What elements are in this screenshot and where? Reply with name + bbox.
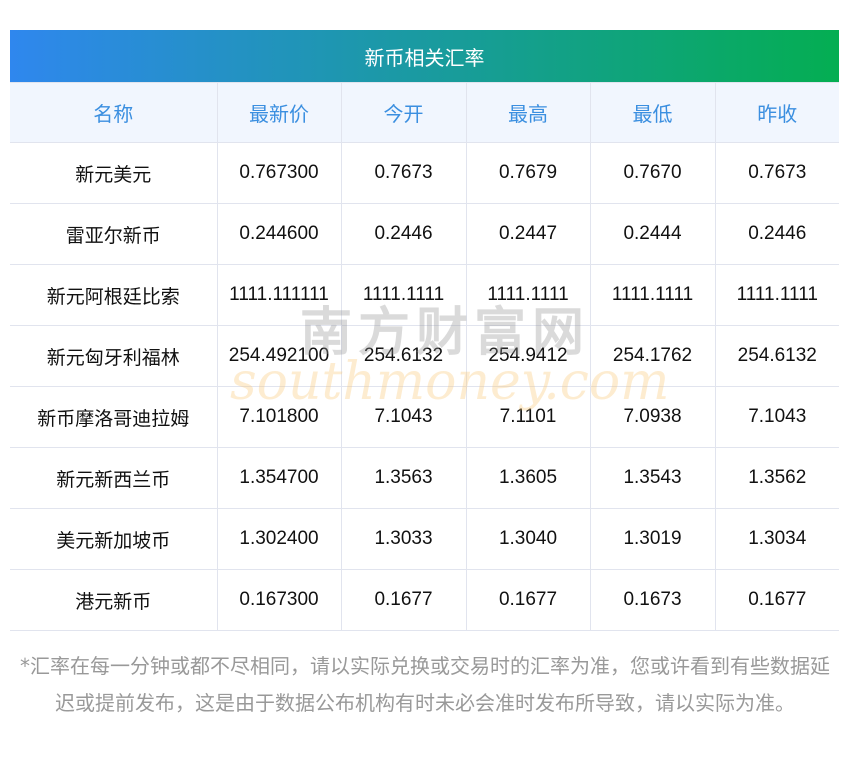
column-header: 昨收	[714, 82, 839, 143]
rate-cell: 0.7673	[340, 142, 467, 204]
rate-cell: 254.6132	[340, 325, 467, 387]
column-header: 今开	[340, 82, 467, 143]
exchange-rate-panel: 新币相关汇率 名称 最新价 今开 最高 最低 昨收 新元美元 0.767300 0.7673 0…	[10, 30, 839, 631]
rate-cell: 1111.1111	[340, 264, 467, 326]
rate-cell: 0.1673	[589, 569, 716, 631]
currency-pair-name: 港元新币	[10, 569, 218, 631]
table-row: 新币摩洛哥迪拉姆 7.101800 7.1043 7.1101 7.0938 7.1043	[10, 386, 839, 448]
rate-cell: 7.101800	[216, 386, 342, 448]
rate-cell: 254.1762	[589, 325, 716, 387]
rate-cell: 254.492100	[216, 325, 342, 387]
currency-pair-name: 新元匈牙利福林	[10, 325, 218, 387]
currency-pair-name: 雷亚尔新币	[10, 203, 218, 265]
column-header: 名称	[10, 82, 218, 143]
rate-cell: 7.1043	[714, 386, 839, 448]
currency-pair-name: 新元美元	[10, 142, 218, 204]
currency-pair-name: 美元新加坡币	[10, 508, 218, 570]
column-header: 最高	[465, 82, 591, 143]
rate-cell: 1111.111111	[216, 264, 342, 326]
rate-table: 名称 最新价 今开 最高 最低 昨收 新元美元 0.767300 0.7673 0.7679 0.…	[10, 82, 839, 631]
rate-cell: 1.3605	[465, 447, 591, 509]
rate-cell: 1.3040	[465, 508, 591, 570]
table-row: 新元美元 0.767300 0.7673 0.7679 0.7670 0.7673	[10, 142, 839, 204]
currency-pair-name: 新元新西兰币	[10, 447, 218, 509]
rate-cell: 0.2446	[714, 203, 839, 265]
table-row: 雷亚尔新币 0.244600 0.2446 0.2447 0.2444 0.2446	[10, 203, 839, 265]
table-row: 港元新币 0.167300 0.1677 0.1677 0.1673 0.1677	[10, 569, 839, 631]
rate-cell: 0.7679	[465, 142, 591, 204]
rate-cell: 7.1043	[340, 386, 467, 448]
table-header: 名称 最新价 今开 最高 最低 昨收	[10, 82, 839, 143]
panel-title: 新币相关汇率	[10, 30, 839, 82]
table-row: 新元新西兰币 1.354700 1.3563 1.3605 1.3543 1.3562	[10, 447, 839, 509]
rate-cell: 7.1101	[465, 386, 591, 448]
rate-cell: 0.167300	[216, 569, 342, 631]
rate-cell: 0.2446	[340, 203, 467, 265]
column-header: 最新价	[216, 82, 342, 143]
rate-cell: 1111.1111	[465, 264, 591, 326]
rate-cell: 1.3563	[340, 447, 467, 509]
rate-cell: 0.244600	[216, 203, 342, 265]
rate-cell: 0.2447	[465, 203, 591, 265]
rate-cell: 254.6132	[714, 325, 839, 387]
rate-cell: 1.3033	[340, 508, 467, 570]
rate-cell: 0.1677	[465, 569, 591, 631]
rate-cell: 0.2444	[589, 203, 716, 265]
table-row: 新元匈牙利福林 254.492100 254.6132 254.9412 254.176…	[10, 325, 839, 387]
rate-cell: 0.767300	[216, 142, 342, 204]
rate-cell: 254.9412	[465, 325, 591, 387]
rate-cell: 0.1677	[340, 569, 467, 631]
currency-pair-name: 新元阿根廷比索	[10, 264, 218, 326]
rate-cell: 1111.1111	[589, 264, 716, 326]
column-header: 最低	[589, 82, 716, 143]
table-row: 新元阿根廷比索 1111.111111 1111.1111 1111.1111 1111…	[10, 264, 839, 326]
rate-cell: 1.354700	[216, 447, 342, 509]
rate-cell: 0.1677	[714, 569, 839, 631]
rate-cell: 1.3543	[589, 447, 716, 509]
rate-cell: 1.3034	[714, 508, 839, 570]
disclaimer-note: *汇率在每一分钟或都不尽相同，请以实际兑换或交易时的汇率为准，您或许看到有些数据…	[20, 654, 830, 715]
rate-cell: 0.7670	[589, 142, 716, 204]
rate-cell: 1.3562	[714, 447, 839, 509]
rate-cell: 1111.1111	[714, 264, 839, 326]
rate-cell: 1.3019	[589, 508, 716, 570]
rate-cell: 1.302400	[216, 508, 342, 570]
currency-pair-name: 新币摩洛哥迪拉姆	[10, 386, 218, 448]
rate-cell: 7.0938	[589, 386, 716, 448]
table-row: 美元新加坡币 1.302400 1.3033 1.3040 1.3019 1.3034	[10, 508, 839, 570]
rate-cell: 0.7673	[714, 142, 839, 204]
